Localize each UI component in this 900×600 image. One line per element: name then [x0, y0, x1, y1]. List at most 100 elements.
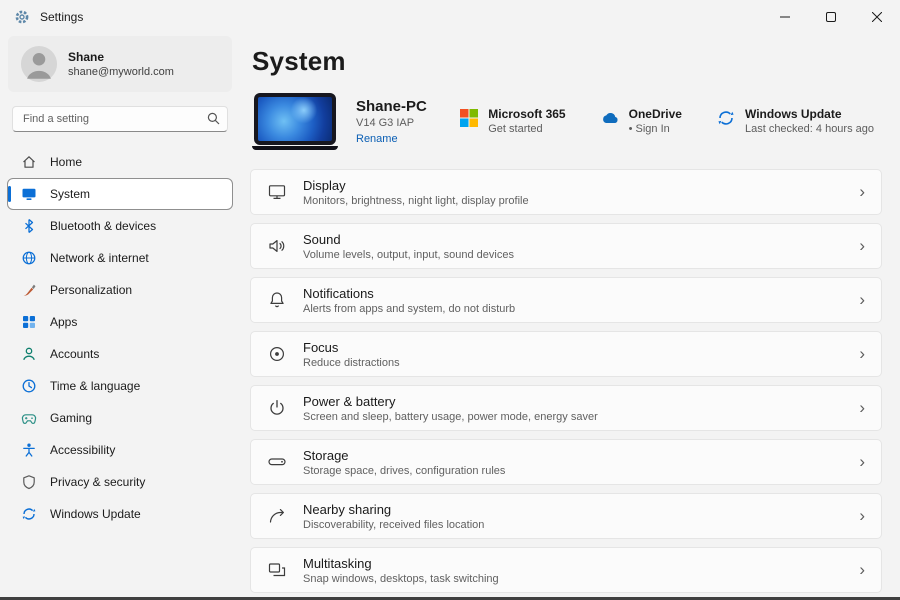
chevron-right-icon: › [859, 235, 865, 255]
home-icon [21, 154, 37, 170]
onedrive-card[interactable]: OneDrive • Sign In [600, 107, 682, 137]
profile-name: Shane [68, 49, 105, 64]
profile-text: Shane shane@myworld.com [68, 50, 174, 79]
status-card-subtitle: Get started [488, 123, 543, 135]
sidebar-item-label: Personalization [50, 283, 133, 297]
device-header: Shane-PC V14 G3 IAP Rename Microsoft 365… [252, 93, 880, 151]
setting-row-text: Storage Storage space, drives, configura… [303, 447, 505, 478]
sidebar-item-label: Privacy & security [50, 475, 146, 489]
windows-update-icon [716, 108, 736, 128]
sidebar-item-windows-update[interactable]: Windows Update [8, 499, 232, 529]
sidebar-item-apps[interactable]: Apps [8, 307, 232, 337]
device-model: V14 G3 IAP [356, 117, 415, 129]
multitasking-windows-icon [267, 560, 287, 580]
bluetooth-icon [21, 218, 37, 234]
sidebar-item-label: System [50, 187, 91, 201]
microsoft-365-card[interactable]: Microsoft 365 Get started [459, 107, 566, 137]
setting-row-storage[interactable]: Storage Storage space, drives, configura… [250, 439, 882, 485]
selection-accent [8, 186, 11, 202]
setting-row-focus[interactable]: Focus Reduce distractions › [250, 331, 882, 377]
setting-row-text: Focus Reduce distractions [303, 339, 400, 370]
sidebar-item-bluetooth-devices[interactable]: Bluetooth & devices [8, 211, 232, 241]
clock-icon [21, 378, 37, 394]
sidebar-item-label: Windows Update [50, 507, 141, 521]
bell-icon [267, 290, 287, 310]
status-card-text: OneDrive • Sign In [629, 107, 682, 137]
profile-card[interactable]: Shane shane@myworld.com [8, 36, 232, 92]
setting-row-display[interactable]: Display Monitors, brightness, night ligh… [250, 169, 882, 215]
sidebar-item-label: Accessibility [50, 443, 116, 457]
display-icon [267, 182, 287, 202]
sidebar-item-label: Gaming [50, 411, 93, 425]
sidebar-item-label: Network & internet [50, 251, 149, 265]
microsoft-logo-icon [459, 108, 479, 128]
setting-row-text: Sound Volume levels, output, input, soun… [303, 231, 514, 262]
setting-row-text: Power & battery Screen and sleep, batter… [303, 393, 598, 424]
search-icon[interactable] [207, 112, 220, 125]
device-info: Shane-PC V14 G3 IAP Rename [356, 97, 427, 147]
page-title: System [252, 46, 346, 76]
window-title: Settings [40, 10, 84, 24]
sidebar-item-network-internet[interactable]: Network & internet [8, 243, 232, 273]
sidebar-item-accessibility[interactable]: Accessibility [8, 435, 232, 465]
setting-subtitle: Reduce distractions [303, 356, 400, 369]
onedrive-cloud-icon [600, 108, 620, 128]
windows-update-card[interactable]: Windows Update Last checked: 4 hours ago [716, 107, 874, 137]
setting-row-multitasking[interactable]: Multitasking Snap windows, desktops, tas… [250, 547, 882, 593]
sidebar-item-system[interactable]: System [7, 178, 233, 210]
share-arrow-icon [267, 506, 287, 526]
sidebar-item-gaming[interactable]: Gaming [8, 403, 232, 433]
setting-row-notifications[interactable]: Notifications Alerts from apps and syste… [250, 277, 882, 323]
sidebar-item-label: Apps [50, 315, 78, 329]
setting-title: Power & battery [303, 393, 396, 409]
setting-title: Nearby sharing [303, 501, 392, 517]
sidebar-item-label: Accounts [50, 347, 100, 361]
chevron-right-icon: › [859, 505, 865, 525]
sidebar-item-home[interactable]: Home [8, 147, 232, 177]
status-card-title: Windows Update [744, 107, 842, 121]
status-card-text: Windows Update Last checked: 4 hours ago [745, 107, 874, 137]
setting-row-nearby-sharing[interactable]: Nearby sharing Discoverability, received… [250, 493, 882, 539]
rename-link[interactable]: Rename [356, 131, 427, 147]
sidebar-item-accounts[interactable]: Accounts [8, 339, 232, 369]
focus-icon [267, 344, 287, 364]
setting-row-text: Multitasking Snap windows, desktops, tas… [303, 555, 499, 586]
device-base [252, 146, 338, 150]
sidebar-item-privacy-security[interactable]: Privacy & security [8, 467, 232, 497]
minimize-button[interactable] [762, 0, 808, 34]
chevron-right-icon: › [859, 451, 865, 471]
settings-window: Settings Shane shane@myworld.com Find a … [0, 0, 900, 600]
avatar [20, 45, 58, 83]
search-input[interactable] [12, 106, 228, 132]
profile-email: shane@myworld.com [68, 65, 174, 78]
setting-title: Display [303, 177, 346, 193]
close-button[interactable] [854, 0, 900, 34]
chevron-right-icon: › [859, 289, 865, 309]
sidebar-item-label: Bluetooth & devices [50, 219, 157, 233]
apps-grid-icon [21, 314, 37, 330]
setting-subtitle: Monitors, brightness, night light, displ… [303, 194, 529, 207]
sidebar-item-time-language[interactable]: Time & language [8, 371, 232, 401]
setting-row-power-battery[interactable]: Power & battery Screen and sleep, batter… [250, 385, 882, 431]
sidebar-item-label: Home [50, 155, 83, 169]
setting-subtitle: Screen and sleep, battery usage, power m… [303, 410, 598, 423]
globe-icon [21, 250, 37, 266]
setting-subtitle: Snap windows, desktops, task switching [303, 572, 499, 585]
chevron-right-icon: › [859, 559, 865, 579]
maximize-button[interactable] [808, 0, 854, 34]
chevron-right-icon: › [859, 181, 865, 201]
status-card-subtitle: Last checked: 4 hours ago [744, 123, 874, 135]
shield-icon [21, 474, 37, 490]
status-cards: Microsoft 365 Get started OneDrive • Sig… [459, 107, 880, 137]
status-card-text: Microsoft 365 Get started [488, 107, 565, 137]
setting-subtitle: Discoverability, received files location [303, 518, 485, 531]
setting-title: Multitasking [303, 555, 372, 571]
setting-subtitle: Storage space, drives, configuration rul… [303, 464, 506, 477]
chevron-right-icon: › [859, 343, 865, 363]
status-card-title: OneDrive [628, 107, 682, 121]
paintbrush-icon [21, 282, 37, 298]
setting-row-text: Display Monitors, brightness, night ligh… [303, 177, 529, 208]
accessibility-person-icon [21, 442, 37, 458]
sidebar-item-personalization[interactable]: Personalization [8, 275, 232, 305]
setting-row-sound[interactable]: Sound Volume levels, output, input, soun… [250, 223, 882, 269]
